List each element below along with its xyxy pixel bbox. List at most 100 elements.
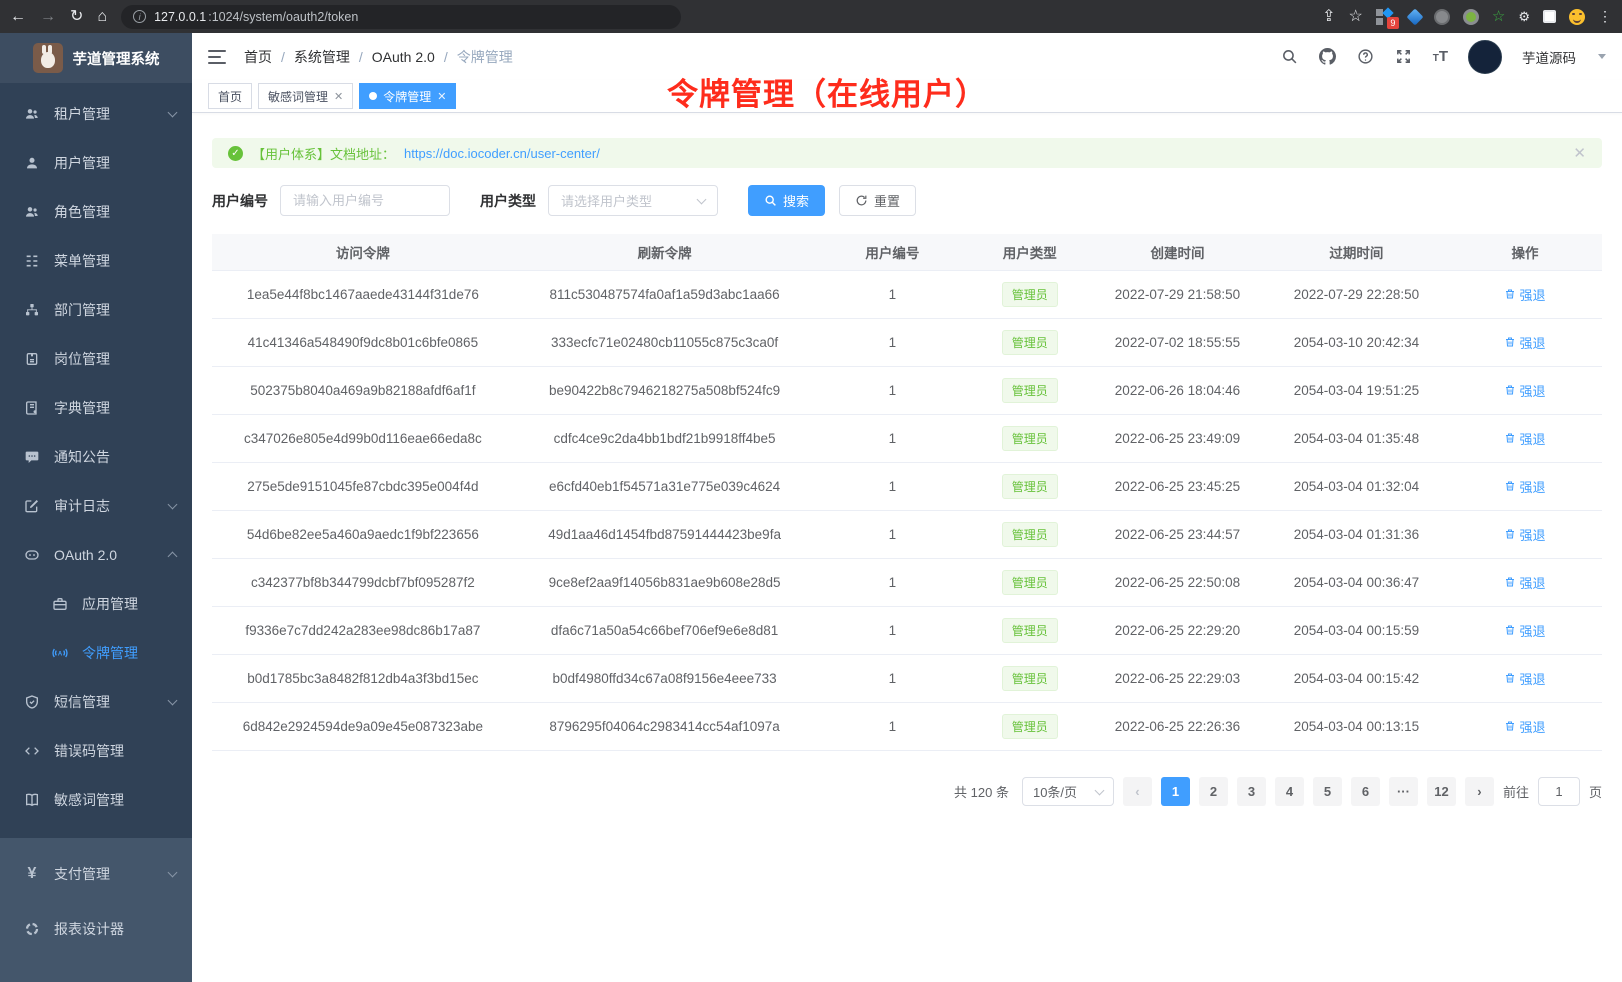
home-icon[interactable]: ⌂: [97, 9, 107, 25]
site-info-icon[interactable]: i: [133, 10, 146, 23]
trash-icon: [1504, 480, 1516, 492]
user-avatar[interactable]: [1468, 40, 1502, 74]
share-icon[interactable]: ⇪: [1322, 9, 1335, 25]
create-time-cell: 2022-06-25 23:44:57: [1090, 510, 1265, 558]
sidebar-item-errorcode[interactable]: 错误码管理: [0, 726, 192, 775]
expire-time-cell: 2054-03-04 01:32:04: [1265, 462, 1448, 510]
breadcrumb-system[interactable]: 系统管理: [294, 47, 350, 67]
table-row: b0d1785bc3a8482f812db4a3f3bd15ec b0df498…: [212, 654, 1602, 702]
breadcrumb-home[interactable]: 首页: [244, 47, 272, 67]
github-icon[interactable]: [1319, 48, 1337, 66]
alert-doc-link[interactable]: https://doc.iocoder.cn/user-center/: [404, 146, 600, 161]
close-icon[interactable]: ✕: [334, 90, 343, 103]
url-host: 127.0.0.1: [154, 10, 206, 24]
force-logout-button[interactable]: 强退: [1504, 429, 1545, 448]
browser-menu-icon[interactable]: ⋮: [1598, 8, 1612, 25]
diamond-extension-icon[interactable]: [1406, 8, 1423, 25]
collapse-sidebar-icon[interactable]: [208, 50, 226, 64]
user-menu-caret-icon[interactable]: [1598, 54, 1606, 59]
profile-avatar-icon[interactable]: [1569, 9, 1585, 25]
sidebar-item-tenant[interactable]: 租户管理: [0, 89, 192, 138]
force-logout-button[interactable]: 强退: [1504, 477, 1545, 496]
fullscreen-icon[interactable]: [1395, 48, 1413, 66]
force-logout-button[interactable]: 强退: [1504, 381, 1545, 400]
sidebar-item-menu[interactable]: 菜单管理: [0, 236, 192, 285]
table-row: c347026e805e4d99b0d116eae66eda8c cdfc4ce…: [212, 414, 1602, 462]
access-token-cell: b0d1785bc3a8482f812db4a3f3bd15ec: [212, 654, 514, 702]
forward-icon[interactable]: →: [40, 9, 56, 25]
refresh-token-cell: 333ecfc71e02480cb11055c875c3ca0f: [514, 318, 816, 366]
announcement-icon: [24, 449, 40, 465]
col-expire-time: 过期时间: [1265, 234, 1448, 270]
expire-time-cell: 2054-03-04 00:13:15: [1265, 702, 1448, 750]
force-logout-button[interactable]: 强退: [1504, 621, 1545, 640]
next-page-button[interactable]: ›: [1465, 777, 1494, 806]
prev-page-button[interactable]: ‹: [1123, 777, 1152, 806]
table-row: f9336e7c7dd242a283ee98dc86b17a87 dfa6c71…: [212, 606, 1602, 654]
sidebar-item-notice[interactable]: 通知公告: [0, 432, 192, 481]
sidebar-item-post[interactable]: 岗位管理: [0, 334, 192, 383]
page-button[interactable]: 2: [1199, 777, 1228, 806]
table-row: 275e5de9151045fe87cbdc395e004f4d e6cfd40…: [212, 462, 1602, 510]
sidebar-item-dept[interactable]: 部门管理: [0, 285, 192, 334]
table-row: c342377bf8b344799dcbf7bf095287f2 9ce8ef2…: [212, 558, 1602, 606]
page-button[interactable]: ···: [1389, 777, 1418, 806]
tag-home[interactable]: 首页: [208, 83, 252, 109]
font-size-icon[interactable]: TT: [1433, 48, 1448, 65]
user-id-cell: 1: [815, 318, 969, 366]
access-token-cell: 275e5de9151045fe87cbdc395e004f4d: [212, 462, 514, 510]
user-type-badge: 管理员: [1002, 666, 1058, 691]
sidebar-item-oauth[interactable]: OAuth 2.0: [0, 530, 192, 579]
force-logout-button[interactable]: 强退: [1504, 669, 1545, 688]
page-button[interactable]: 3: [1237, 777, 1266, 806]
page-button[interactable]: 4: [1275, 777, 1304, 806]
gray-extension-icon[interactable]: [1434, 9, 1450, 25]
search-icon[interactable]: [1281, 48, 1299, 66]
alert-close-icon[interactable]: ✕: [1573, 144, 1586, 162]
tag-token[interactable]: 令牌管理 ✕: [359, 83, 456, 109]
square-extension-icon[interactable]: [1543, 10, 1556, 23]
sidebar-item-sensitive-word[interactable]: 敏感词管理: [0, 775, 192, 824]
app-logo[interactable]: 芋道管理系统: [0, 33, 192, 83]
help-icon[interactable]: [1357, 48, 1375, 66]
sidebar-item-label: 字典管理: [54, 398, 110, 418]
page-button[interactable]: 5: [1313, 777, 1342, 806]
page-button[interactable]: 1: [1161, 777, 1190, 806]
page-button[interactable]: 12: [1427, 777, 1456, 806]
sidebar-item-role[interactable]: 角色管理: [0, 187, 192, 236]
force-logout-button[interactable]: 强退: [1504, 717, 1545, 736]
back-icon[interactable]: ←: [10, 9, 26, 25]
force-logout-button[interactable]: 强退: [1504, 285, 1545, 304]
close-icon[interactable]: ✕: [437, 90, 446, 103]
user-type-select[interactable]: 请选择用户类型: [548, 185, 718, 216]
sidebar-item-oauth-app[interactable]: 应用管理: [0, 579, 192, 628]
page-button[interactable]: 6: [1351, 777, 1380, 806]
green-extension-icon[interactable]: [1463, 9, 1479, 25]
force-logout-button[interactable]: 强退: [1504, 333, 1545, 352]
tag-sensitive-word[interactable]: 敏感词管理 ✕: [258, 83, 353, 109]
sidebar-item-oauth-token[interactable]: A 令牌管理: [0, 628, 192, 677]
reload-icon[interactable]: ↻: [70, 9, 83, 25]
page-size-select[interactable]: 10条/页: [1022, 777, 1114, 806]
reset-button[interactable]: 重置: [839, 185, 916, 216]
oauth-robot-icon: [24, 547, 40, 563]
sidebar-item-audit-log[interactable]: 审计日志: [0, 481, 192, 530]
puzzle-extensions-icon[interactable]: ⚙: [1518, 9, 1530, 25]
goto-page-input[interactable]: [1538, 777, 1580, 806]
force-logout-button[interactable]: 强退: [1504, 525, 1545, 544]
sidebar-item-sms[interactable]: 短信管理: [0, 677, 192, 726]
breadcrumb-oauth[interactable]: OAuth 2.0: [372, 49, 435, 65]
bookmark-star-icon[interactable]: ☆: [1349, 9, 1363, 25]
sidebar-item-pay[interactable]: ¥ 支付管理: [0, 846, 192, 901]
svg-text:A: A: [58, 651, 63, 657]
sidebar-item-user[interactable]: 用户管理: [0, 138, 192, 187]
search-button[interactable]: 搜索: [748, 185, 825, 216]
user-id-input[interactable]: [280, 185, 450, 216]
force-logout-button[interactable]: 强退: [1504, 573, 1545, 592]
sidebar-item-dict[interactable]: 字典管理: [0, 383, 192, 432]
extension-cluster-icon[interactable]: 9: [1376, 8, 1396, 26]
address-bar[interactable]: i 127.0.0.1:1024/system/oauth2/token: [121, 5, 681, 29]
sidebar-item-label: 租户管理: [54, 104, 110, 124]
star-extension-icon[interactable]: ☆: [1492, 9, 1505, 24]
sidebar-item-report-designer[interactable]: 报表设计器: [0, 901, 192, 956]
